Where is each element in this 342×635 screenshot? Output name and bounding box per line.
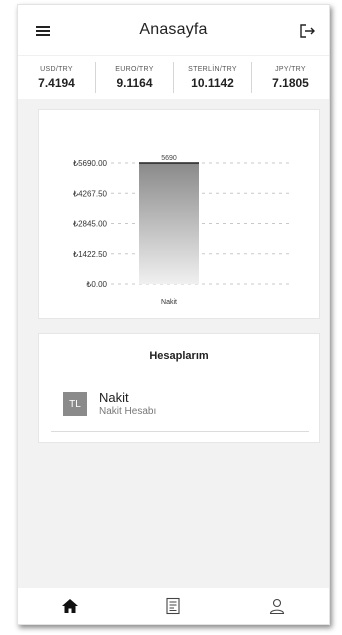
document-icon bbox=[166, 597, 181, 615]
rate-usd: USD/TRY 7.4194 bbox=[18, 62, 96, 93]
rate-value: 7.4194 bbox=[38, 75, 75, 90]
account-avatar: TL bbox=[63, 392, 87, 416]
rate-jpy: JPY/TRY 7.1805 bbox=[252, 62, 329, 93]
currency-rates: USD/TRY 7.4194 EURO/TRY 9.1164 STERLİN/T… bbox=[18, 55, 329, 99]
home-icon bbox=[61, 599, 78, 613]
account-name: Nakit bbox=[99, 390, 129, 405]
accounts-title: Hesaplarım bbox=[149, 350, 209, 362]
nav-home[interactable] bbox=[55, 591, 85, 621]
app-header: Anasayfa bbox=[18, 5, 329, 55]
rate-value: 7.1805 bbox=[272, 75, 309, 90]
nav-documents[interactable] bbox=[158, 591, 188, 621]
page-title: Anasayfa bbox=[139, 21, 208, 38]
y-tick-label: ₺4267.50 bbox=[73, 189, 108, 198]
balance-chart-card: ₺5690.00 ₺4267.50 ₺2845.00 ₺1422.50 ₺0.00 569… bbox=[38, 109, 320, 319]
rate-label: STERLİN/TRY bbox=[188, 65, 237, 73]
app-screen: Anasayfa USD/TRY 7.4194 EURO/TRY 9.1164 … bbox=[17, 4, 330, 625]
account-item[interactable]: TL Nakit Nakit Hesabı bbox=[51, 384, 309, 432]
y-tick-label: ₺1422.50 bbox=[73, 250, 108, 259]
accounts-card: Hesaplarım TL Nakit Nakit Hesabı bbox=[38, 333, 320, 443]
y-tick-label: ₺2845.00 bbox=[73, 220, 108, 229]
y-tick-label: ₺5690.00 bbox=[73, 159, 108, 168]
balance-chart: ₺5690.00 ₺4267.50 ₺2845.00 ₺1422.50 ₺0.00 569… bbox=[73, 155, 291, 306]
nav-profile[interactable] bbox=[262, 591, 292, 621]
y-tick-label: ₺0.00 bbox=[86, 280, 107, 289]
rate-value: 10.1142 bbox=[191, 75, 234, 90]
x-category-label: Nakit bbox=[161, 299, 177, 306]
chart-bar[interactable] bbox=[139, 163, 199, 284]
rate-label: EURO/TRY bbox=[115, 65, 154, 73]
menu-icon[interactable] bbox=[36, 26, 50, 36]
user-icon bbox=[270, 598, 285, 615]
rate-label: JPY/TRY bbox=[275, 65, 306, 73]
logout-icon[interactable] bbox=[299, 24, 315, 38]
chart-data-label: 5690 bbox=[161, 155, 177, 162]
rate-euro: EURO/TRY 9.1164 bbox=[96, 62, 174, 93]
account-subtitle: Nakit Hesabı bbox=[99, 406, 157, 417]
rate-label: USD/TRY bbox=[40, 65, 73, 73]
bottom-nav bbox=[18, 588, 329, 624]
rate-value: 9.1164 bbox=[116, 75, 153, 90]
rate-sterlin: STERLİN/TRY 10.1142 bbox=[174, 62, 252, 93]
